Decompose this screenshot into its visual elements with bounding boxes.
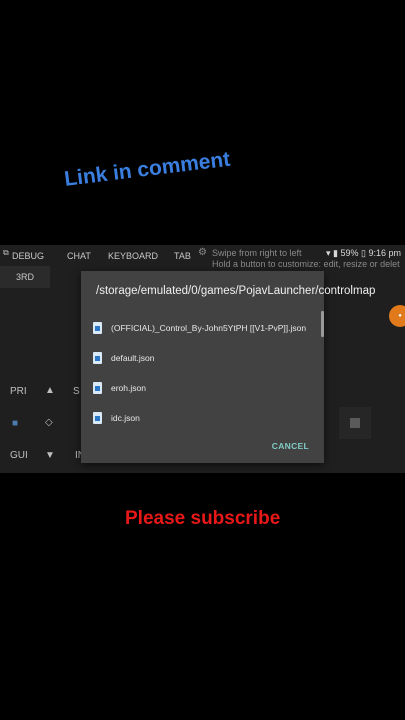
list-item[interactable]: eroh.json <box>93 380 318 400</box>
gui-button[interactable]: GUI <box>10 450 28 461</box>
file-icon <box>93 352 102 364</box>
down-arrow-button[interactable]: ▼ <box>45 450 55 461</box>
pri-button[interactable]: PRI <box>10 386 27 397</box>
s-button[interactable]: S <box>73 386 80 397</box>
list-item[interactable]: (OFFICIAL)_Control_By-John5YtPH [[V1-PvP… <box>93 320 318 340</box>
status-bar: ▾ ▮ 59% ▯ 9:16 pm <box>326 248 401 259</box>
attack-square-icon <box>350 418 360 428</box>
clock: 9:16 pm <box>368 248 401 258</box>
caption-please-subscribe: Please subscribe <box>125 508 281 529</box>
debug-button[interactable]: DEBUG <box>12 251 44 261</box>
third-person-button[interactable]: 3RD <box>0 266 50 288</box>
file-icon <box>93 412 102 424</box>
chat-button[interactable]: CHAT <box>67 251 91 261</box>
list-item[interactable]: idc.json <box>93 410 318 430</box>
tab-button[interactable]: TAB <box>174 251 191 261</box>
gear-icon[interactable]: ⚙ <box>198 247 207 258</box>
keyboard-button[interactable]: KEYBOARD <box>108 251 158 261</box>
battery-icon: ▯ <box>361 248 366 258</box>
file-list: (OFFICIAL)_Control_By-John5YtPH [[V1-PvP… <box>81 313 324 431</box>
up-arrow-button[interactable]: ▲ <box>45 385 55 396</box>
hint-line-2: Hold a button to customize: edit, resize… <box>212 259 400 269</box>
file-name: default.json <box>111 353 155 363</box>
orange-control-button[interactable]: ● <box>389 305 405 327</box>
caption-link-in-comment: Link in comment <box>63 147 232 191</box>
attack-button[interactable] <box>339 407 371 439</box>
file-picker-dialog: /storage/emulated/0/games/PojavLauncher/… <box>81 271 376 463</box>
file-icon <box>93 322 102 334</box>
file-name: idc.json <box>111 413 140 423</box>
signal-icon: ▮ <box>333 248 338 258</box>
cancel-button[interactable]: CANCEL <box>272 441 309 451</box>
file-name: (OFFICIAL)_Control_By-John5YtPH [[V1-PvP… <box>111 323 307 333</box>
file-icon <box>93 382 102 394</box>
inventory-slot-icon[interactable]: ■ <box>12 418 18 429</box>
jump-diamond-button[interactable]: ◇ <box>45 417 53 428</box>
wifi-icon: ▾ <box>325 248 331 258</box>
file-name: eroh.json <box>111 383 146 393</box>
window-icon: ⧉ <box>3 248 9 257</box>
battery-level: 59% <box>340 248 359 258</box>
list-item[interactable]: default.json <box>93 350 318 370</box>
dialog-path-title: /storage/emulated/0/games/PojavLauncher/… <box>96 285 376 297</box>
